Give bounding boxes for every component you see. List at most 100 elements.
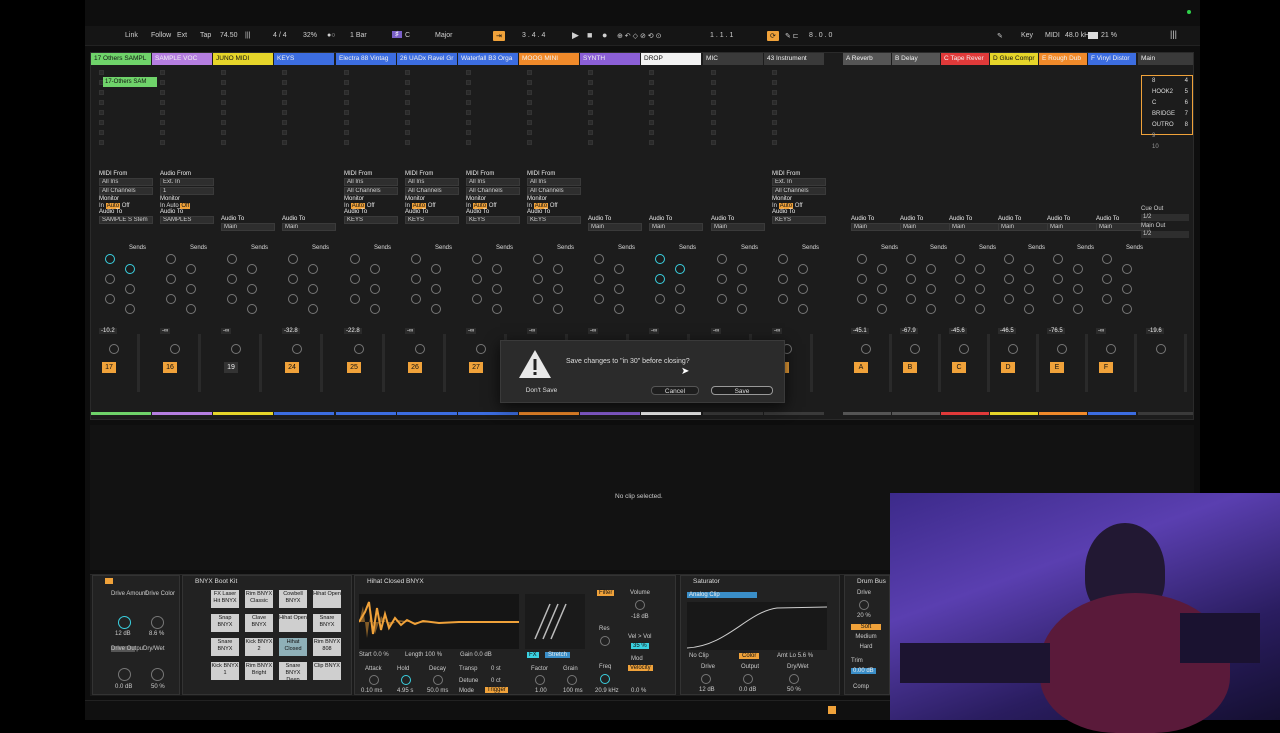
midi-channel-select[interactable]: All Channels <box>99 187 153 195</box>
clip-slot[interactable] <box>344 120 349 125</box>
midi-channel-select[interactable]: All Channels <box>405 187 459 195</box>
track-header[interactable]: C Tape Rever <box>941 53 989 65</box>
volume-db-value[interactable]: -45.1 <box>851 328 869 334</box>
pan-knob[interactable] <box>1057 344 1067 354</box>
clip-slot[interactable] <box>405 90 410 95</box>
volume-db-value[interactable]: -∞ <box>711 328 722 334</box>
clip-slot[interactable] <box>711 120 716 125</box>
clip-slot[interactable] <box>344 130 349 135</box>
clip-slot[interactable] <box>588 80 593 85</box>
audio-to-select[interactable]: KEYS <box>466 216 520 224</box>
audio-to-select[interactable]: Main <box>900 223 954 231</box>
clip-slot[interactable] <box>405 140 410 145</box>
send-knob[interactable] <box>655 254 665 264</box>
send-knob[interactable] <box>1122 284 1132 294</box>
clip-slot[interactable] <box>466 70 471 75</box>
send-knob[interactable] <box>125 284 135 294</box>
clip-slot[interactable] <box>649 90 654 95</box>
browser-toggle-icon[interactable]: ||| <box>1170 29 1177 39</box>
quantize-icon[interactable]: ●○ <box>327 32 335 39</box>
clip-slot[interactable] <box>466 130 471 135</box>
send-knob[interactable] <box>737 264 747 274</box>
send-knob[interactable] <box>877 304 887 314</box>
clip-slot[interactable] <box>772 140 777 145</box>
send-knob[interactable] <box>370 264 380 274</box>
track-header[interactable]: MIC <box>703 53 763 65</box>
send-knob[interactable] <box>533 254 543 264</box>
clip-slot[interactable] <box>160 70 165 75</box>
send-knob[interactable] <box>877 264 887 274</box>
clip-slot[interactable] <box>711 100 716 105</box>
send-knob[interactable] <box>955 254 965 264</box>
send-knob[interactable] <box>655 274 665 284</box>
clip-slot[interactable] <box>527 70 532 75</box>
send-knob[interactable] <box>614 284 624 294</box>
metronome-icon[interactable]: ||| <box>245 32 250 39</box>
clip-slot[interactable] <box>466 140 471 145</box>
drum-pad[interactable]: Hihat Open <box>279 614 307 632</box>
clip-slot[interactable] <box>282 70 287 75</box>
send-knob[interactable] <box>594 254 604 264</box>
clip-slot[interactable] <box>711 140 716 145</box>
audio-to-select[interactable]: KEYS <box>344 216 398 224</box>
send-knob[interactable] <box>778 294 788 304</box>
track-activator-button[interactable]: F <box>1099 362 1113 373</box>
clip-slot[interactable] <box>527 100 532 105</box>
send-knob[interactable] <box>778 254 788 264</box>
clip-slot[interactable] <box>282 110 287 115</box>
midi-from-select[interactable]: Ext. In <box>772 178 826 186</box>
send-knob[interactable] <box>717 274 727 284</box>
send-knob[interactable] <box>1053 294 1063 304</box>
fx-button[interactable]: FX <box>527 652 539 658</box>
clip-slot[interactable] <box>527 80 532 85</box>
volume-db-value[interactable]: -22.8 <box>344 328 362 334</box>
audio-to-select[interactable]: Main <box>649 223 703 231</box>
audio-channel-select[interactable]: 1 <box>160 187 214 195</box>
grain-knob[interactable] <box>567 675 577 685</box>
scene-item[interactable]: BRIDGE 7 <box>1142 109 1192 120</box>
clip-slot[interactable] <box>772 70 777 75</box>
stop-icon[interactable]: ■ <box>587 30 592 40</box>
send-knob[interactable] <box>906 274 916 284</box>
clip-slot[interactable] <box>405 120 410 125</box>
transp-value[interactable]: 0 st <box>491 666 501 672</box>
output-knob[interactable] <box>743 674 753 684</box>
track-activator-button[interactable]: C <box>952 362 966 373</box>
volume-db-value[interactable]: -∞ <box>588 328 599 334</box>
send-knob[interactable] <box>975 284 985 294</box>
pan-knob[interactable] <box>959 344 969 354</box>
db-drive-knob[interactable] <box>859 600 869 610</box>
track-activator-button[interactable]: D <box>1001 362 1015 373</box>
clip-slot-playing[interactable]: 17-Others SAM <box>103 77 157 87</box>
drum-pad[interactable]: Hihat Open <box>313 590 341 608</box>
pan-knob[interactable] <box>1156 344 1166 354</box>
clip-slot[interactable] <box>221 90 226 95</box>
clip-slot[interactable] <box>282 130 287 135</box>
drive-output-knob[interactable] <box>118 668 131 681</box>
key-map-button[interactable]: Key <box>1021 32 1033 39</box>
send-knob[interactable] <box>1073 264 1083 274</box>
send-knob[interactable] <box>1102 254 1112 264</box>
pan-knob[interactable] <box>231 344 241 354</box>
send-knob[interactable] <box>1004 274 1014 284</box>
drive-color-knob[interactable] <box>151 616 164 629</box>
device-power-icon[interactable] <box>105 578 113 584</box>
clip-slot[interactable] <box>466 120 471 125</box>
clip-slot[interactable] <box>772 110 777 115</box>
send-knob[interactable] <box>472 274 482 284</box>
send-knob[interactable] <box>105 274 115 284</box>
clip-slot[interactable] <box>160 120 165 125</box>
volume-db-value[interactable]: -∞ <box>160 328 171 334</box>
pan-knob[interactable] <box>292 344 302 354</box>
track-activator-button[interactable]: 17 <box>102 362 116 373</box>
audio-from-select[interactable]: Ext. In <box>160 178 214 186</box>
clip-slot[interactable] <box>344 80 349 85</box>
send-knob[interactable] <box>105 294 115 304</box>
track-header[interactable]: Main <box>1138 53 1193 65</box>
send-knob[interactable] <box>737 304 747 314</box>
midi-from-select[interactable]: All Ins <box>405 178 459 186</box>
midi-channel-select[interactable]: All Channels <box>527 187 581 195</box>
send-knob[interactable] <box>166 274 176 284</box>
clip-slot[interactable] <box>221 110 226 115</box>
scene-item[interactable]: 84 <box>1142 76 1192 87</box>
